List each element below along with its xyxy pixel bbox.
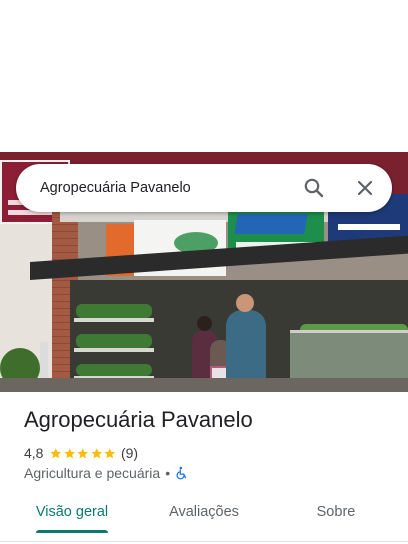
separator-dot: • <box>165 465 171 481</box>
tab-overview[interactable]: Visão geral <box>22 492 122 532</box>
star-icon <box>104 447 116 458</box>
close-icon[interactable] <box>353 176 377 200</box>
place-title: Agropecuária Pavanelo <box>24 407 253 432</box>
star-rating <box>49 447 117 460</box>
rating-row[interactable]: 4,8 (9) <box>24 444 138 462</box>
search-bar[interactable]: Agropecuária Pavanelo <box>16 164 392 212</box>
photo-plants <box>76 334 152 348</box>
review-count[interactable]: (9) <box>121 445 138 461</box>
map-blank-area <box>0 0 408 152</box>
tab-reviews[interactable]: Avaliações <box>156 492 252 532</box>
star-icon <box>77 447 89 458</box>
active-tab-indicator <box>36 530 108 533</box>
photo-shelf <box>74 348 154 352</box>
tab-bar: Visão geral Avaliações Sobre <box>0 492 408 536</box>
tab-about[interactable]: Sobre <box>300 492 372 532</box>
category-row: Agricultura e pecuária • <box>24 464 189 482</box>
photo-ground <box>0 378 408 392</box>
star-icon <box>50 447 62 458</box>
star-icon <box>64 447 76 458</box>
star-icon <box>91 447 103 458</box>
photo-plants <box>76 364 152 376</box>
photo-plants <box>76 304 152 318</box>
photo-shelf <box>74 318 154 322</box>
rating-value: 4,8 <box>24 445 44 461</box>
place-category: Agricultura e pecuária <box>24 465 161 481</box>
tabs-divider <box>0 541 408 542</box>
wheelchair-icon <box>176 466 187 480</box>
search-icon[interactable] <box>302 176 326 200</box>
search-input[interactable]: Agropecuária Pavanelo <box>40 164 191 212</box>
